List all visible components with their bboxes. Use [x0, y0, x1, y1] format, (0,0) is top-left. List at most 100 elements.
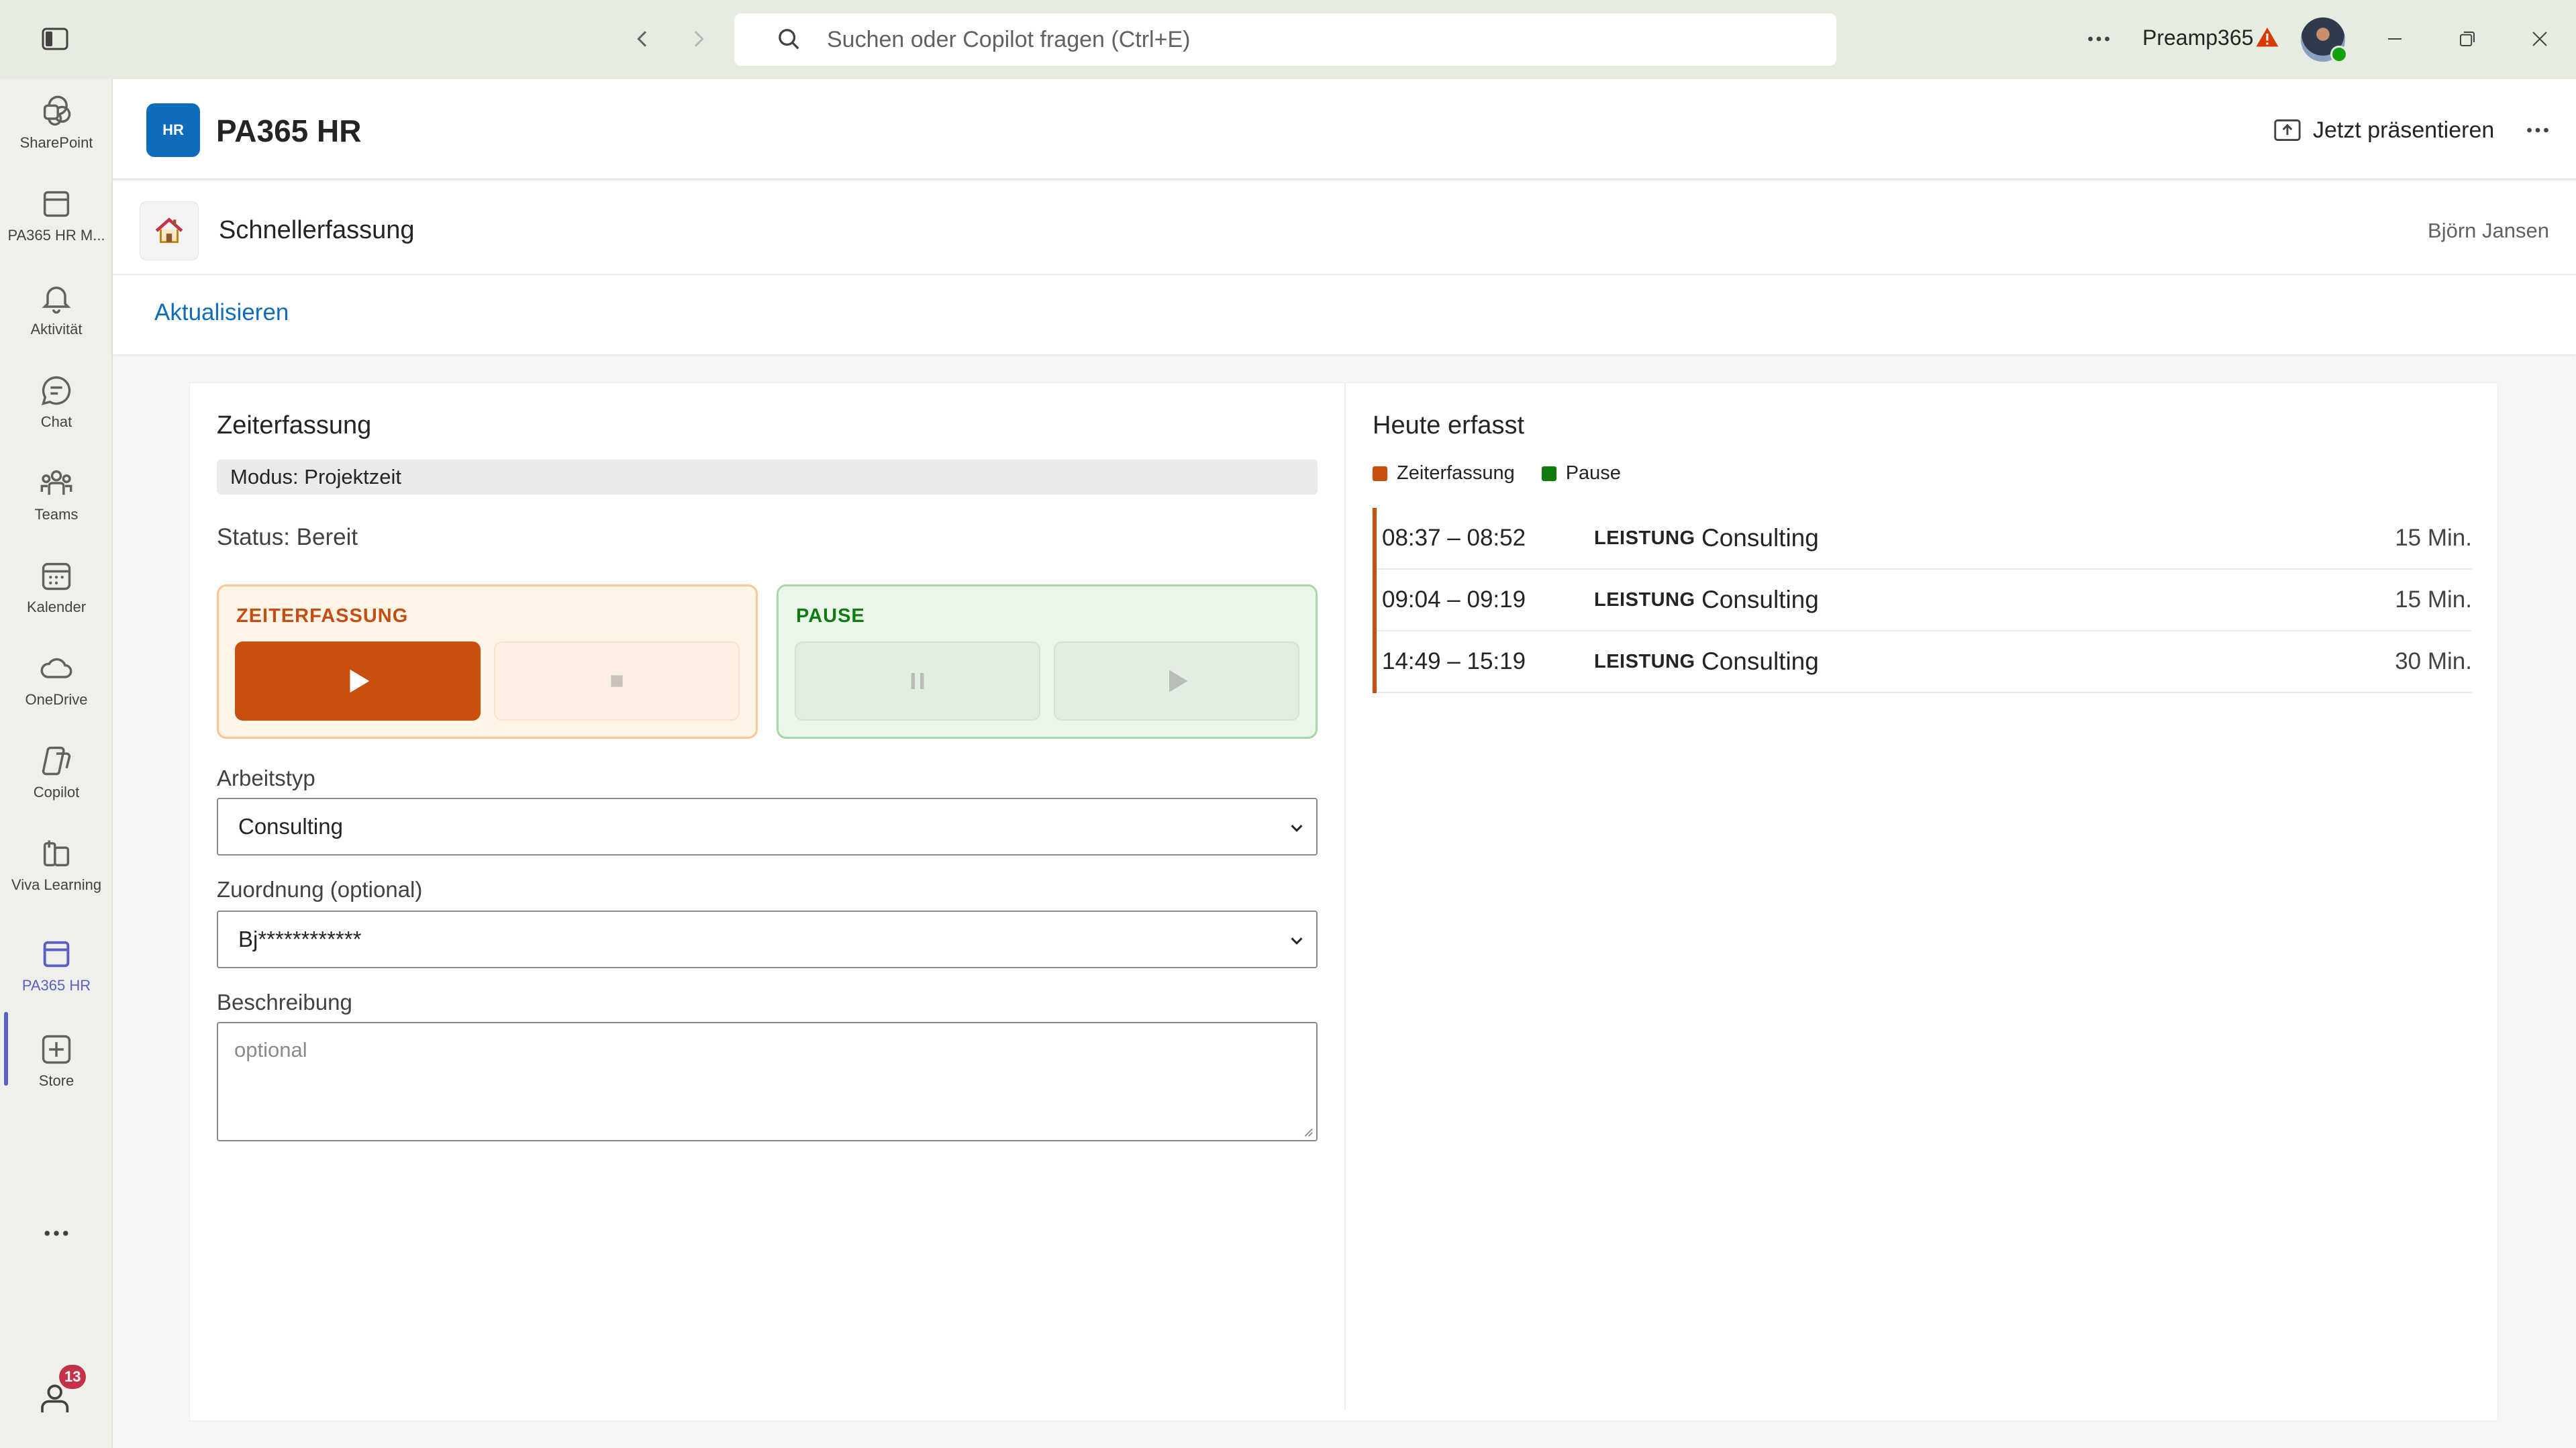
calendar-icon: [42, 562, 71, 590]
rail-item-sharepoint[interactable]: SharePoint: [0, 94, 113, 178]
search-icon: [776, 26, 803, 53]
today-panel: Heute erfasst Zeiterfassung Pause 08:37 …: [1373, 383, 2472, 1390]
stop-icon: [611, 675, 623, 687]
sharepoint-icon: [43, 95, 71, 126]
entry-type-bar: [1373, 570, 1377, 631]
rail-item-label: Kalender: [26, 599, 87, 615]
title-bar: Suchen oder Copilot fragen (Ctrl+E) Prea…: [0, 0, 2576, 79]
assignment-label: Zuordnung (optional): [217, 877, 423, 902]
page-title: Schnellerfassung: [219, 216, 415, 244]
description-textarea[interactable]: optional: [217, 1022, 1318, 1141]
rail-item-activity[interactable]: Aktivität: [0, 280, 113, 365]
user-name: Björn Jansen: [2428, 219, 2549, 242]
search-input[interactable]: Suchen oder Copilot fragen (Ctrl+E): [734, 13, 1836, 66]
chevron-down-icon: [1291, 937, 1303, 945]
tenant-name[interactable]: Preamp365: [2142, 25, 2253, 50]
rail-item-copilot[interactable]: Copilot: [0, 743, 113, 828]
restore-icon[interactable]: [2453, 24, 2482, 54]
book-icon: [43, 840, 70, 867]
resume-button[interactable]: [1054, 641, 1299, 721]
list-item[interactable]: 09:04 – 09:19 LEISTUNG Consulting 15 Min…: [1373, 570, 2472, 631]
list-item[interactable]: 14:49 – 15:19 LEISTUNG Consulting 30 Min…: [1373, 631, 2472, 693]
time-tracking-group-label: ZEITERFASSUNG: [236, 605, 409, 627]
legend-label: Pause: [1565, 462, 1621, 484]
entry-duration: 15 Min.: [2395, 586, 2472, 613]
warning-icon[interactable]: [2255, 25, 2279, 50]
play-icon: [350, 669, 370, 693]
avatar[interactable]: [2301, 17, 2348, 63]
app-rail: SharePoint PA365 HR M... Aktivität Chat …: [0, 79, 113, 1448]
stop-button[interactable]: [494, 641, 740, 721]
entry-type: Consulting: [1701, 524, 1819, 552]
home-icon[interactable]: [140, 201, 199, 260]
rail-item-label: PA365 HR: [21, 977, 91, 994]
legend-item-pause: Pause: [1541, 462, 1621, 484]
entry-type-bar: [1373, 508, 1377, 570]
entry-time: 09:04 – 09:19: [1382, 586, 1526, 613]
pause-button[interactable]: [795, 641, 1040, 721]
rail-item-label: OneDrive: [25, 691, 88, 708]
notification-badge: 13: [59, 1365, 87, 1389]
entry-time: 14:49 – 15:19: [1382, 648, 1526, 674]
more-apps-icon[interactable]: [38, 1220, 75, 1247]
chat-icon: [41, 376, 71, 405]
main-area: HR PA365 HR Jetzt präsentieren Schneller…: [113, 79, 2576, 1448]
entry-type: Consulting: [1701, 648, 1819, 675]
plus-box-icon: [42, 1035, 71, 1064]
sidebar-toggle-icon[interactable]: [42, 27, 68, 51]
legend-swatch: [1541, 466, 1556, 481]
rail-item-calendar[interactable]: Kalender: [0, 558, 113, 643]
legend-swatch: [1373, 466, 1387, 481]
present-now-label: Jetzt präsentieren: [2313, 117, 2495, 143]
chevron-down-icon: [1291, 825, 1303, 832]
list-item[interactable]: 08:37 – 08:52 LEISTUNG Consulting 15 Min…: [1373, 508, 2472, 570]
forward-icon[interactable]: [683, 24, 713, 54]
rail-item-label: Copilot: [33, 784, 80, 800]
time-tracking-title: Zeiterfassung: [217, 411, 372, 439]
entry-duration: 15 Min.: [2395, 525, 2472, 551]
start-button[interactable]: [235, 641, 481, 721]
status-text: Status: Bereit: [217, 524, 358, 550]
present-now-button[interactable]: Jetzt präsentieren: [2273, 114, 2494, 146]
search-placeholder: Suchen oder Copilot fragen (Ctrl+E): [827, 26, 1191, 52]
entry-tag: LEISTUNG: [1594, 588, 1695, 611]
rail-item-label: PA365 HR M...: [7, 227, 105, 244]
worktype-select[interactable]: Consulting: [217, 798, 1318, 856]
entry-tag: LEISTUNG: [1594, 650, 1695, 672]
rail-item-pa365-hr-m[interactable]: PA365 HR M...: [0, 187, 113, 271]
time-tracking-controls: ZEITERFASSUNG: [217, 584, 758, 739]
rail-item-label: Teams: [34, 506, 79, 523]
cloud-icon: [40, 658, 72, 678]
pause-controls: PAUSE: [777, 584, 1318, 739]
rail-item-viva-learning[interactable]: Viva Learning: [0, 836, 113, 921]
minimize-icon[interactable]: [2380, 24, 2410, 54]
panel-divider: [1344, 383, 1346, 1410]
rail-item-chat[interactable]: Chat: [0, 373, 113, 458]
resize-grip-icon[interactable]: [1301, 1125, 1314, 1137]
close-icon[interactable]: [2525, 24, 2555, 54]
back-icon[interactable]: [628, 24, 658, 54]
refresh-link[interactable]: Aktualisieren: [154, 299, 289, 326]
rail-item-pa365-hr[interactable]: PA365 HR: [0, 937, 113, 1021]
rail-item-label: Store: [38, 1072, 75, 1089]
bell-icon: [42, 287, 71, 314]
worktype-label: Arbeitstyp: [217, 766, 315, 790]
assignment-select[interactable]: Bj************: [217, 911, 1318, 968]
app-header: HR PA365 HR Jetzt präsentieren: [113, 79, 2576, 180]
rail-item-store[interactable]: Store: [0, 1032, 113, 1117]
description-label: Beschreibung: [217, 990, 352, 1015]
rail-item-label: Viva Learning: [11, 876, 102, 893]
copilot-icon: [42, 746, 71, 776]
app-title: PA365 HR: [216, 113, 362, 148]
today-title: Heute erfasst: [1373, 411, 1524, 439]
rail-item-onedrive[interactable]: OneDrive: [0, 651, 113, 735]
content-card: Zeiterfassung Modus: Projektzeit Status:…: [189, 382, 2498, 1421]
rail-item-teams[interactable]: Teams: [0, 466, 113, 550]
app-more-icon[interactable]: [2520, 117, 2556, 144]
description-placeholder: optional: [234, 1038, 307, 1062]
entry-tag: LEISTUNG: [1594, 527, 1695, 549]
presence-available-icon: [2330, 46, 2348, 63]
time-tracking-panel: Zeiterfassung Modus: Projektzeit Status:…: [217, 383, 1318, 1390]
legend-item-zeiterfassung: Zeiterfassung: [1373, 462, 1515, 484]
more-options-icon[interactable]: [2082, 24, 2116, 54]
